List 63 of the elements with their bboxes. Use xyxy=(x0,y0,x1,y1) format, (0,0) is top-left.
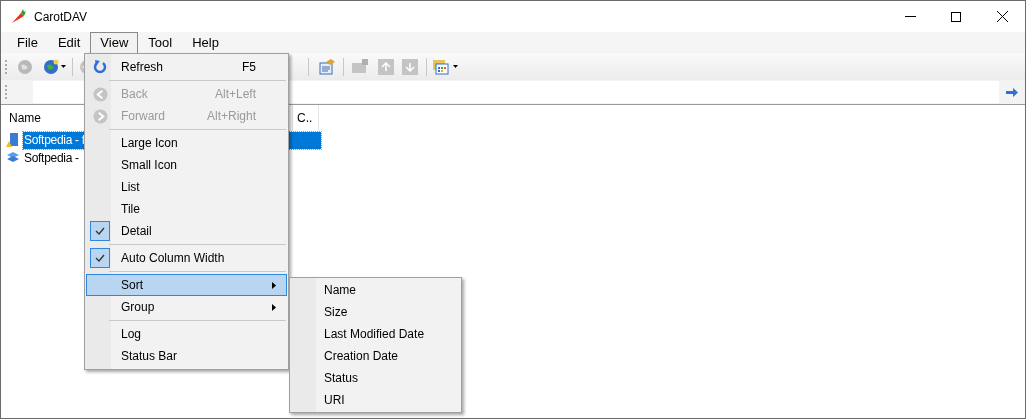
new-folder-button[interactable] xyxy=(352,57,370,76)
menu-label: Group xyxy=(121,299,156,316)
server-icon xyxy=(5,132,21,148)
up-arrow-icon xyxy=(381,61,391,72)
file-name[interactable]: Softpedia - xyxy=(23,149,79,167)
globe-button[interactable] xyxy=(17,57,35,76)
menu-item[interactable]: Refresh F5 xyxy=(86,56,287,78)
menu-item[interactable]: List xyxy=(86,176,287,198)
menu-item[interactable]: Group xyxy=(86,296,287,318)
menu-label: Auto Column Width xyxy=(121,250,226,267)
menu-item[interactable]: Small Icon xyxy=(86,154,287,176)
window-title: CarotDAV xyxy=(34,8,88,26)
menu-item[interactable]: Name xyxy=(290,279,461,301)
shortcut-label: Alt+Left xyxy=(214,86,256,103)
menu-item[interactable]: Status Bar xyxy=(86,345,287,367)
globe-icon xyxy=(17,58,33,75)
menu-item[interactable]: URI xyxy=(290,389,461,411)
dropdown-caret-icon xyxy=(453,65,458,68)
menu-item[interactable]: Sort xyxy=(86,274,287,296)
menu-item[interactable]: Last Modified Date xyxy=(290,323,461,345)
menu-label: Status Bar xyxy=(121,348,179,365)
dropdown-caret-icon xyxy=(61,65,66,68)
move-up-button[interactable] xyxy=(378,58,394,75)
close-icon xyxy=(996,11,1008,22)
connect-dropdown-button[interactable] xyxy=(43,58,66,75)
menu-item[interactable]: Detail xyxy=(86,220,287,242)
menu-label: Large Icon xyxy=(121,135,179,152)
carrot-logo-icon xyxy=(10,8,27,25)
menu-item[interactable]: Log xyxy=(86,323,287,345)
minimize-icon xyxy=(904,16,916,17)
down-arrow-icon xyxy=(405,61,415,72)
menu-item[interactable]: Tool xyxy=(138,32,183,53)
menu-label: List xyxy=(121,179,141,196)
folder-icon xyxy=(352,59,368,74)
menu-label: Sort xyxy=(121,277,144,294)
menu-label: Back xyxy=(121,86,149,103)
folder-grid-icon xyxy=(433,58,449,75)
menu-label: Detail xyxy=(121,223,153,240)
menu-item[interactable]: Size xyxy=(290,301,461,323)
menu-label: Small Icon xyxy=(121,157,179,174)
menu-item[interactable]: Edit xyxy=(47,32,91,53)
view-dropdown-button[interactable] xyxy=(433,58,458,75)
menu-item[interactable]: Large Icon xyxy=(86,132,287,154)
move-down-button[interactable] xyxy=(402,58,418,75)
refresh-icon xyxy=(93,60,107,74)
menu-item[interactable]: File xyxy=(7,32,48,53)
properties-button[interactable] xyxy=(319,57,337,76)
menu-label: Log xyxy=(121,326,143,343)
menu-label: Refresh xyxy=(121,59,165,76)
menu-item[interactable]: Creation Date xyxy=(290,345,461,367)
document-icon xyxy=(319,58,335,75)
menu-item[interactable]: Help xyxy=(182,32,229,53)
maximize-icon xyxy=(951,11,961,22)
menu-item[interactable]: Auto Column Width xyxy=(86,247,287,269)
shortcut-label: F5 xyxy=(242,59,256,76)
menu-label: Tile xyxy=(121,201,141,218)
menu-label: Forward xyxy=(121,108,166,125)
globe-icon xyxy=(43,58,59,75)
right-arrow-icon xyxy=(1006,87,1018,97)
menu-item[interactable]: Status xyxy=(290,367,461,389)
menu-item[interactable]: Tile xyxy=(86,198,287,220)
menu-item[interactable]: View xyxy=(90,32,139,53)
shortcut-label: Alt+Right xyxy=(206,108,256,125)
